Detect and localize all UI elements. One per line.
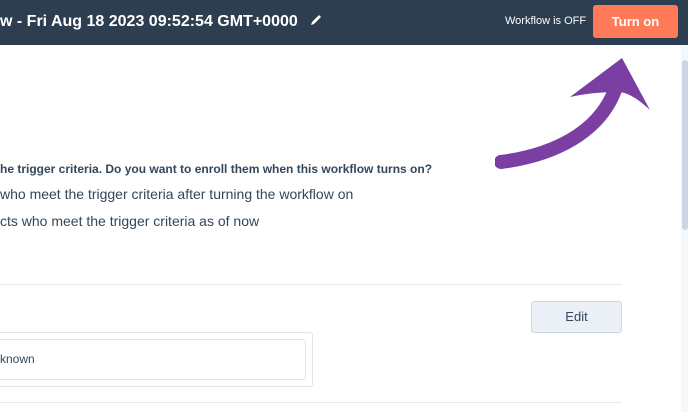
turn-on-button[interactable]: Turn on (593, 5, 678, 38)
workflow-status-text: Workflow is OFF (505, 15, 587, 27)
pencil-icon[interactable] (309, 13, 323, 27)
scrollbar-thumb[interactable] (682, 60, 688, 230)
trigger-field[interactable] (0, 339, 306, 380)
curved-arrow-annotation (495, 58, 650, 169)
edit-button[interactable]: Edit (531, 301, 622, 333)
enroll-option-after[interactable]: who meet the trigger criteria after turn… (0, 186, 353, 202)
enroll-option-now[interactable]: cts who meet the trigger criteria as of … (0, 213, 259, 229)
enrollment-question: he trigger criteria. Do you want to enro… (0, 162, 433, 176)
trigger-field-value: known (0, 352, 35, 366)
section-divider (0, 284, 622, 285)
workflow-title[interactable]: w - Fri Aug 18 2023 09:52:54 GMT+0000 (0, 11, 298, 33)
section-divider-bottom (0, 402, 622, 403)
